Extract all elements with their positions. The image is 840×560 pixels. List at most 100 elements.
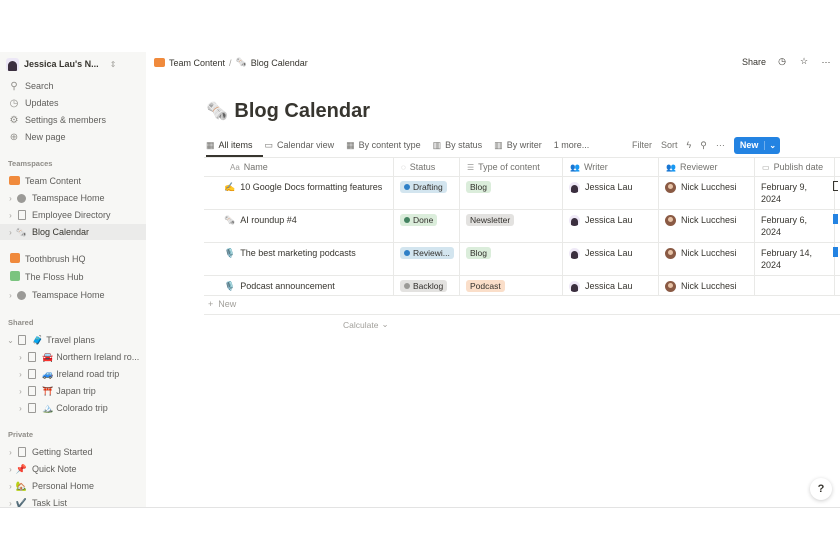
- column-header-publish-date[interactable]: ▭ Publish date: [754, 158, 834, 176]
- chevron-right-icon[interactable]: ›: [16, 353, 25, 362]
- sidebar-item-ireland-road-trip[interactable]: › 🚙 Ireland road trip: [0, 366, 146, 382]
- table-row[interactable]: 🎙️ The best marketing podcasts Reviewi..…: [204, 242, 840, 275]
- cell-writer[interactable]: Jessica Lau: [562, 276, 658, 295]
- sidebar-search[interactable]: ⚲ Search: [8, 79, 53, 93]
- sidebar-item-employee-directory[interactable]: › Employee Directory: [0, 207, 146, 223]
- cell-reviewer[interactable]: Nick Lucchesi: [658, 210, 754, 242]
- chevron-right-icon[interactable]: ›: [6, 465, 15, 474]
- cell-reviewer[interactable]: Nick Lucchesi: [658, 243, 754, 275]
- cell-status[interactable]: Drafting: [393, 177, 459, 209]
- breadcrumb-blog-calendar[interactable]: Blog Calendar: [251, 58, 308, 68]
- cell-writer[interactable]: Jessica Lau: [562, 210, 658, 242]
- table-row[interactable]: 🎙️ Podcast announcement Backlog Podcast …: [204, 275, 840, 295]
- column-label: Publish date: [773, 162, 824, 172]
- sidebar-updates[interactable]: ◷ Updates: [8, 96, 59, 110]
- cell-writer[interactable]: Jessica Lau: [562, 177, 658, 209]
- chevron-right-icon[interactable]: ›: [16, 370, 25, 379]
- tab-calendar-view[interactable]: ▭ Calendar view: [265, 137, 335, 153]
- help-button[interactable]: ?: [810, 478, 832, 500]
- chevron-right-icon[interactable]: ›: [6, 448, 15, 457]
- newspaper-icon[interactable]: 🗞️: [206, 101, 228, 122]
- chevron-right-icon[interactable]: ›: [6, 228, 15, 237]
- cell-publish-date[interactable]: [754, 276, 834, 295]
- sidebar-item-getting-started[interactable]: › Getting Started: [0, 444, 146, 460]
- star-icon[interactable]: ☆: [798, 56, 810, 67]
- more-horizontal-icon[interactable]: ···: [716, 140, 725, 150]
- column-header-writer[interactable]: 👥 Writer: [562, 158, 658, 176]
- sidebar-item-travel-plans[interactable]: ⌄ 🧳 Travel plans: [0, 332, 146, 348]
- sidebar-settings[interactable]: ⚙ Settings & members: [8, 113, 107, 127]
- tab-all-items[interactable]: ▦ All items: [206, 137, 253, 153]
- sidebar-item-teamspace-home[interactable]: › Teamspace Home: [0, 190, 146, 206]
- avatar: [569, 247, 580, 259]
- sidebar-item-personal-home[interactable]: › 🏡 Personal Home: [0, 478, 146, 494]
- column-header-type[interactable]: ☰ Type of content: [459, 158, 562, 176]
- sidebar-item-northern-ireland[interactable]: › 🚘 Northern Ireland ro...: [0, 349, 146, 365]
- sidebar-item-blog-calendar[interactable]: › 🗞️ Blog Calendar: [0, 224, 146, 240]
- checkbox-checked-icon[interactable]: [833, 214, 838, 224]
- cell-status[interactable]: Backlog: [393, 276, 459, 295]
- sidebar-item-quick-note[interactable]: › 📌 Quick Note: [0, 461, 146, 477]
- sidebar-item-toothbrush-hq[interactable]: Toothbrush HQ: [0, 251, 146, 267]
- chevron-right-icon[interactable]: ›: [16, 404, 25, 413]
- new-row-button[interactable]: + New: [208, 299, 236, 309]
- tab-by-writer[interactable]: ▥ By writer: [494, 137, 542, 153]
- cell-name[interactable]: 🎙️ The best marketing podcasts: [204, 243, 393, 275]
- filter-button[interactable]: Filter: [632, 140, 652, 150]
- chevron-right-icon[interactable]: ›: [6, 482, 15, 491]
- share-button[interactable]: Share: [742, 57, 766, 67]
- table-row[interactable]: 🗞️ AI roundup #4 Done Newsletter Jessica…: [204, 209, 840, 242]
- cell-type[interactable]: Podcast: [459, 276, 562, 295]
- sidebar-item-colorado-trip[interactable]: › 🏔️ Colorado trip: [0, 400, 146, 416]
- chevron-right-icon[interactable]: ›: [16, 387, 25, 396]
- cell-type[interactable]: Blog: [459, 177, 562, 209]
- column-header-reviewer[interactable]: 👥 Reviewer: [658, 158, 754, 176]
- sidebar-item-team-content[interactable]: Team Content: [0, 173, 146, 189]
- cell-name[interactable]: 🗞️ AI roundup #4: [204, 210, 393, 242]
- calculate-button[interactable]: Calculate ⌄: [343, 319, 389, 330]
- cell-type[interactable]: Newsletter: [459, 210, 562, 242]
- clock-icon[interactable]: ◷: [776, 56, 788, 67]
- chevron-right-icon[interactable]: ›: [6, 194, 15, 203]
- new-button-label[interactable]: New: [734, 140, 765, 150]
- chevron-down-icon[interactable]: ⌄: [764, 140, 780, 150]
- cell-type[interactable]: Blog: [459, 243, 562, 275]
- checkbox-icon[interactable]: [833, 181, 838, 191]
- lightning-icon[interactable]: ϟ: [687, 140, 692, 150]
- chevron-down-icon[interactable]: ⌄: [6, 336, 15, 345]
- breadcrumb-team-content[interactable]: Team Content: [169, 58, 225, 68]
- chevron-right-icon[interactable]: ›: [6, 211, 15, 220]
- table-row[interactable]: ✍️ 10 Google Docs formatting features Dr…: [204, 176, 840, 209]
- sidebar-item-floss-hub[interactable]: The Floss Hub: [0, 269, 146, 285]
- workspace-switcher[interactable]: Jessica Lau's N... ⇕: [6, 56, 116, 72]
- sidebar-item-task-list[interactable]: › ✔️ Task List: [0, 495, 146, 508]
- tab-by-status[interactable]: ▥ By status: [433, 137, 483, 153]
- tab-more-views[interactable]: 1 more...: [554, 137, 590, 153]
- cell-publish-date[interactable]: February 9, 2024: [754, 177, 834, 209]
- cell-reviewer[interactable]: Nick Lucchesi: [658, 276, 754, 295]
- new-button[interactable]: New ⌄: [733, 136, 781, 154]
- cell-status[interactable]: Done: [393, 210, 459, 242]
- tab-by-content-type[interactable]: ▦ By content type: [346, 137, 421, 153]
- chevron-right-icon[interactable]: ›: [6, 499, 15, 508]
- page-title-text[interactable]: Blog Calendar: [234, 100, 370, 123]
- cell-name[interactable]: ✍️ 10 Google Docs formatting features: [204, 177, 393, 209]
- sidebar-item-teamspace-home-2[interactable]: › Teamspace Home: [0, 287, 146, 303]
- cell-reviewer[interactable]: Nick Lucchesi: [658, 177, 754, 209]
- cell-publish-date[interactable]: February 6, 2024: [754, 210, 834, 242]
- cell-name[interactable]: 🎙️ Podcast announcement: [204, 276, 393, 295]
- column-header-status[interactable]: ◌ Status: [393, 158, 459, 176]
- cell-writer[interactable]: Jessica Lau: [562, 243, 658, 275]
- search-icon[interactable]: ⚲: [700, 140, 707, 151]
- sort-button[interactable]: Sort: [661, 140, 678, 150]
- cell-status[interactable]: Reviewi...: [393, 243, 459, 275]
- checkbox-checked-icon[interactable]: [833, 247, 838, 257]
- sidebar-new-page[interactable]: ⊕ New page: [8, 130, 66, 144]
- sidebar-item-japan-trip[interactable]: › ⛩️ Japan trip: [0, 383, 146, 399]
- page-title[interactable]: 🗞️ Blog Calendar: [206, 100, 370, 123]
- column-header-name[interactable]: Aa Name: [223, 158, 393, 176]
- more-horizontal-icon[interactable]: ···: [820, 57, 832, 67]
- chevron-right-icon[interactable]: ›: [6, 291, 15, 300]
- cell-publish-date[interactable]: February 14, 2024: [754, 243, 834, 275]
- tab-label: By status: [445, 140, 483, 150]
